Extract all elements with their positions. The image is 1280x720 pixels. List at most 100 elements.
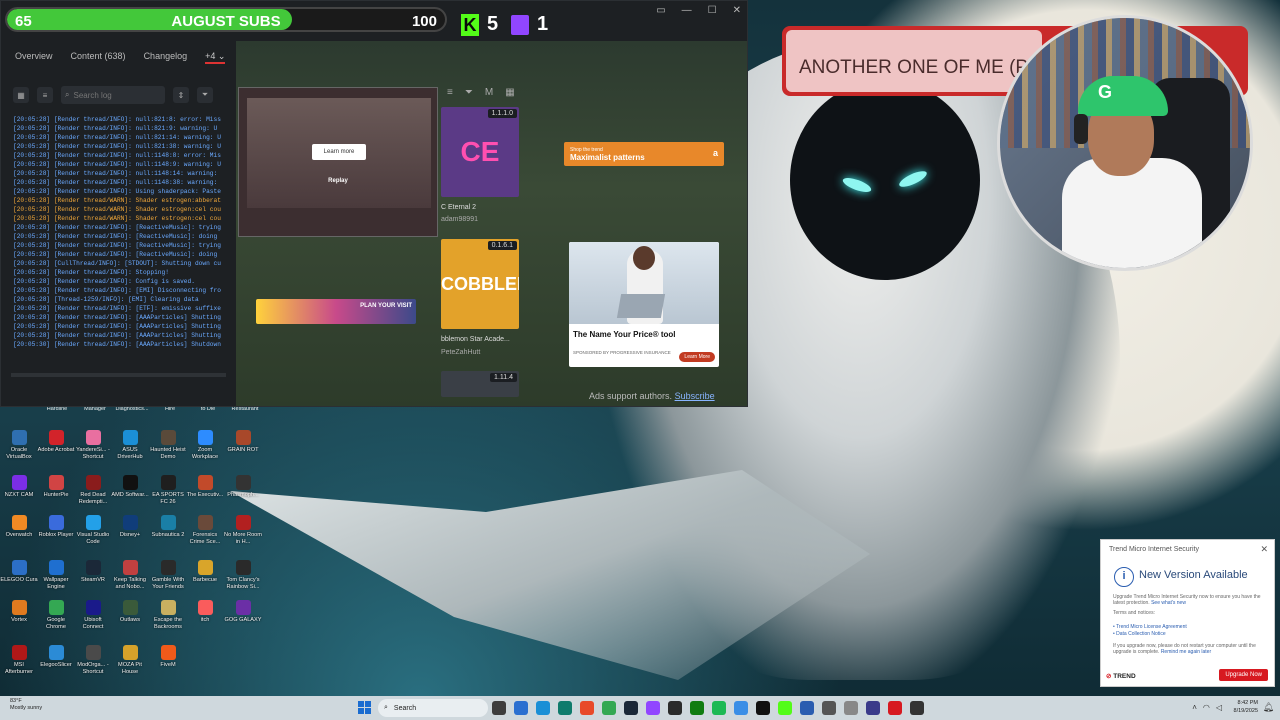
desktop-icon[interactable]: Disney+ <box>111 515 149 539</box>
mod-card[interactable]: 1.11.4 <box>441 371 519 397</box>
taskbar-app-icon[interactable] <box>778 701 792 715</box>
restore-icon[interactable]: ▭ <box>656 5 665 16</box>
taskbar-app-icon[interactable] <box>822 701 836 715</box>
subscribe-link[interactable]: Subscribe <box>675 391 715 401</box>
desktop-icon[interactable]: Oracle VirtualBox <box>0 430 38 460</box>
volume-icon[interactable]: ◁ <box>1216 703 1222 712</box>
desktop-icon[interactable]: Barbecue <box>186 560 224 584</box>
desktop-icon[interactable]: Haunted Heist Demo <box>149 430 187 460</box>
filter-icon[interactable]: ⏷ <box>465 87 473 98</box>
taskbar-app-icon[interactable] <box>536 701 550 715</box>
tab-content[interactable]: Content (638) <box>71 51 126 64</box>
clock[interactable]: 8:42 PM 8/19/2025 <box>1234 699 1258 715</box>
remind-later-link[interactable]: Remind me again later <box>1161 649 1211 655</box>
desktop-icon[interactable]: SteamVR <box>74 560 112 584</box>
desktop-icon[interactable]: FiveM <box>149 645 187 669</box>
desktop-icon[interactable]: ASUS DriverHub <box>111 430 149 460</box>
small-ad-banner[interactable]: PLAN YOUR VISIT <box>256 299 416 324</box>
grid-icon[interactable]: ▦ <box>505 87 514 98</box>
wifi-icon[interactable]: ◠ <box>1203 703 1210 712</box>
taskbar-app-icon[interactable] <box>602 701 616 715</box>
license-agreement-link[interactable]: • Trend Micro License Agreement <box>1113 624 1187 631</box>
taskbar-app-icon[interactable] <box>646 701 660 715</box>
wrap-lines-icon[interactable]: ≡ <box>37 87 53 103</box>
desktop-icon[interactable]: AMD Softwar... <box>111 475 149 499</box>
tab-changelog[interactable]: Changelog <box>144 51 188 64</box>
insurance-ad[interactable]: The Name Your Price® tool SPONSORED BY P… <box>569 242 719 367</box>
desktop-icon[interactable]: GRAIN ROT <box>224 430 262 454</box>
desktop-icon[interactable]: NZXT CAM <box>0 475 38 499</box>
m-icon[interactable]: M <box>485 87 493 98</box>
horizontal-scrollbar[interactable] <box>11 373 226 377</box>
chevron-up-icon[interactable]: ˄ <box>1192 703 1197 712</box>
amazon-ad[interactable]: Shop the trend Maximalist patterns a <box>564 142 724 166</box>
insurance-learn-more-button[interactable]: Learn More <box>679 352 715 362</box>
log-search-input[interactable] <box>73 90 154 100</box>
taskbar-app-icon[interactable] <box>668 701 682 715</box>
desktop-icon[interactable]: MOZA Pit House <box>111 645 149 675</box>
data-collection-link[interactable]: • Data Collection Notice <box>1113 631 1187 638</box>
desktop-icon[interactable]: The Executiv... <box>186 475 224 499</box>
desktop-icon[interactable]: Keep Talking and Nobo... <box>111 560 149 590</box>
taskbar-app-icon[interactable] <box>492 701 506 715</box>
filter-icon[interactable]: ⏷ <box>197 87 213 103</box>
taskbar-app-icon[interactable] <box>888 701 902 715</box>
start-icon[interactable] <box>358 701 371 714</box>
desktop-icon[interactable]: itch <box>186 600 224 624</box>
desktop-icon[interactable]: HunterPie <box>37 475 75 499</box>
desktop-icon[interactable]: Google Chrome <box>37 600 75 630</box>
learn-more-button[interactable]: Learn more <box>312 144 366 160</box>
desktop-icon[interactable]: MSI Afterburner <box>0 645 38 675</box>
taskbar-app-icon[interactable] <box>844 701 858 715</box>
desktop-icon[interactable]: Vortex <box>0 600 38 624</box>
desktop-icon[interactable]: Forensics Crime Sce... <box>186 515 224 545</box>
calendar-icon[interactable]: ▦ <box>13 87 29 103</box>
desktop-icon[interactable]: ElegooSlicer <box>37 645 75 669</box>
taskbar-app-icon[interactable] <box>558 701 572 715</box>
desktop-icon[interactable]: Red Dead Redempti... <box>74 475 112 505</box>
close-icon[interactable]: ✕ <box>1260 544 1268 555</box>
tab-more[interactable]: +4 ⌄ <box>205 51 226 64</box>
mod-card[interactable]: CE 1.1.1.0 <box>441 107 519 197</box>
taskbar-app-icon[interactable] <box>580 701 594 715</box>
desktop-icon[interactable]: ELEGOO Cura <box>0 560 38 584</box>
desktop-icon[interactable]: Phasmoph... <box>224 475 262 499</box>
maximize-icon[interactable]: ☐ <box>708 5 717 16</box>
desktop-icon[interactable]: Ubisoft Connect <box>74 600 112 630</box>
desktop-icon[interactable]: Gamble With Your Friends <box>149 560 187 590</box>
desktop-icon[interactable]: Zoom Workplace <box>186 430 224 460</box>
desktop-icon[interactable]: No More Room in H... <box>224 515 262 545</box>
weather-widget[interactable]: 83°F Mostly sunny <box>10 698 42 712</box>
desktop-icon[interactable]: Tom Clancy's Rainbow Si... <box>224 560 262 590</box>
desktop-icon[interactable]: Escape the Backrooms <box>149 600 187 630</box>
sort-icon[interactable]: ⇕ <box>173 87 189 103</box>
desktop-icon[interactable]: Outlaws <box>111 600 149 624</box>
taskbar-app-icon[interactable] <box>690 701 704 715</box>
taskbar-app-icon[interactable] <box>514 701 528 715</box>
taskbar-app-icon[interactable] <box>800 701 814 715</box>
desktop-icon[interactable]: Wallpaper Engine <box>37 560 75 590</box>
desktop-icon[interactable]: Visual Studio Code <box>74 515 112 545</box>
desktop-icon[interactable]: GOG GALAXY <box>224 600 262 624</box>
replay-button[interactable]: Replay <box>239 178 437 184</box>
taskbar-app-icon[interactable] <box>712 701 726 715</box>
close-icon[interactable]: ✕ <box>733 5 741 16</box>
desktop-icon[interactable]: ModOrga... - Shortcut <box>74 645 112 675</box>
taskbar-app-icon[interactable] <box>866 701 880 715</box>
see-whats-new-link[interactable]: See what's new <box>1151 600 1186 606</box>
mod-card[interactable]: COBBLEMON 0.1.6.1 <box>441 239 519 329</box>
taskbar-app-icon[interactable] <box>734 701 748 715</box>
desktop-icon[interactable]: Roblox Player <box>37 515 75 539</box>
list-icon[interactable]: ≡ <box>447 87 453 98</box>
minimize-icon[interactable]: — <box>682 5 692 16</box>
desktop-icon[interactable]: Subnautica 2 <box>149 515 187 539</box>
taskbar-search[interactable]: ⌕ Search <box>378 699 488 717</box>
log-search[interactable]: ⌕ <box>61 86 165 104</box>
upgrade-now-button[interactable]: Upgrade Now <box>1219 669 1268 681</box>
desktop-icon[interactable]: EA SPORTS FC 26 <box>149 475 187 505</box>
desktop-icon[interactable]: Adobe Acrobat <box>37 430 75 454</box>
tab-overview[interactable]: Overview <box>15 51 53 64</box>
taskbar-app-icon[interactable] <box>756 701 770 715</box>
taskbar-app-icon[interactable] <box>910 701 924 715</box>
taskbar-app-icon[interactable] <box>624 701 638 715</box>
